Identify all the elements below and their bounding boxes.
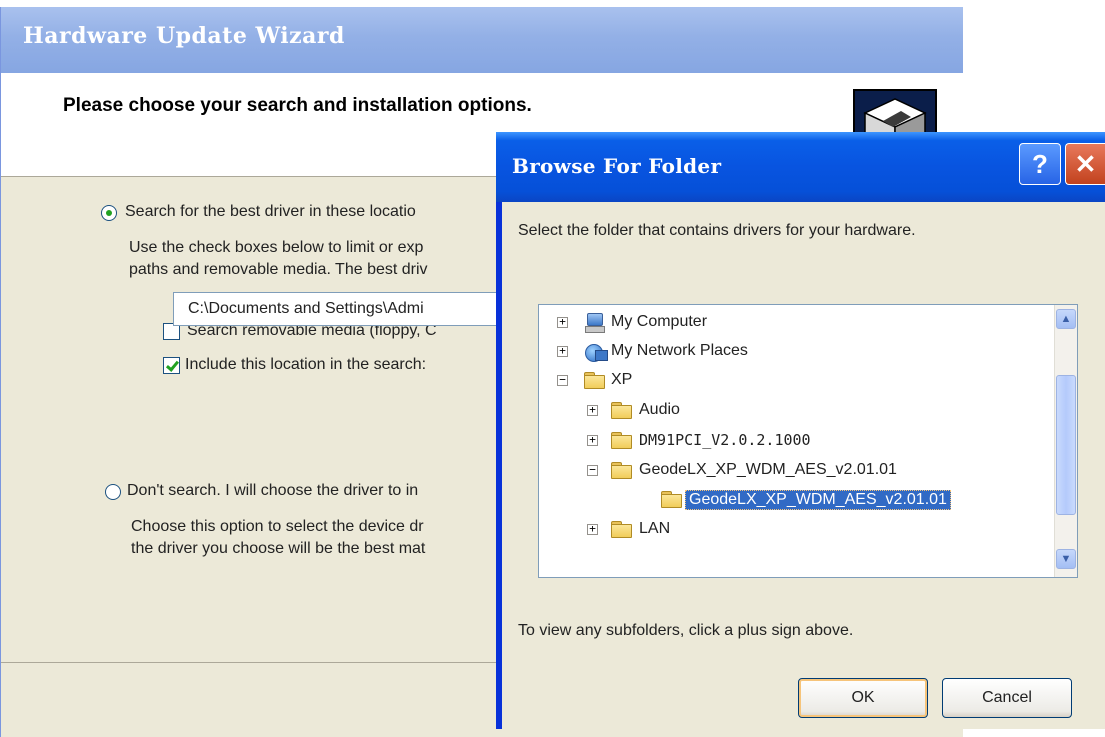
dont-search-radio[interactable] bbox=[105, 484, 121, 500]
include-location-label[interactable]: Include this location in the search: bbox=[185, 356, 426, 374]
folder-tree[interactable]: + My Computer + My Network Places − XP +… bbox=[538, 304, 1078, 578]
folder-icon bbox=[611, 402, 632, 419]
tree-item-label[interactable]: My Network Places bbox=[611, 342, 748, 360]
tree-item-label[interactable]: Audio bbox=[639, 401, 680, 419]
ok-button[interactable]: OK bbox=[798, 678, 928, 718]
search-desc-line1: Use the check boxes below to limit or ex… bbox=[129, 239, 424, 256]
tree-item-label[interactable]: LAN bbox=[639, 520, 670, 538]
expand-icon[interactable]: + bbox=[557, 345, 568, 357]
scroll-down-arrow-icon[interactable]: ▼ bbox=[1056, 549, 1076, 569]
tree-item-geodelx-selected[interactable]: GeodeLX_XP_WDM_AES_v2.01.01 bbox=[539, 490, 1054, 514]
include-location-checkbox[interactable] bbox=[163, 357, 180, 374]
search-best-driver-label[interactable]: Search for the best driver in these loca… bbox=[125, 203, 416, 221]
dont-search-label[interactable]: Don't search. I will choose the driver t… bbox=[127, 482, 418, 500]
search-desc-line2: paths and removable media. The best driv bbox=[129, 261, 428, 278]
tree-item-dm91pci[interactable]: + DM91PCI_V2.0.2.1000 bbox=[539, 431, 1054, 455]
tree-item-label[interactable]: DM91PCI_V2.0.2.1000 bbox=[639, 431, 811, 449]
tree-item-lan[interactable]: + LAN bbox=[539, 520, 1054, 544]
search-location-value: C:\Documents and Settings\Admi bbox=[188, 300, 424, 317]
wizard-title: Hardware Update Wizard bbox=[23, 23, 345, 49]
wizard-title-bar[interactable]: Hardware Update Wizard bbox=[1, 7, 963, 73]
close-button[interactable]: ✕ bbox=[1065, 143, 1105, 185]
tree-item-audio[interactable]: + Audio bbox=[539, 401, 1054, 425]
tree-item-label[interactable]: GeodeLX_XP_WDM_AES_v2.01.01 bbox=[639, 461, 897, 479]
folder-icon bbox=[611, 462, 632, 479]
cancel-button[interactable]: Cancel bbox=[942, 678, 1072, 718]
expand-icon[interactable]: + bbox=[557, 316, 568, 328]
folder-icon bbox=[611, 521, 632, 538]
expand-icon[interactable]: + bbox=[587, 404, 598, 416]
tree-item-my-computer[interactable]: + My Computer bbox=[539, 313, 1054, 337]
tree-vertical-scrollbar[interactable]: ▲ ▼ bbox=[1054, 305, 1077, 577]
browse-title: Browse For Folder bbox=[512, 154, 722, 178]
scroll-up-arrow-icon[interactable]: ▲ bbox=[1056, 309, 1076, 329]
scroll-thumb[interactable] bbox=[1056, 375, 1076, 515]
dont-search-desc-line2: the driver you choose will be the best m… bbox=[131, 540, 426, 557]
expand-icon[interactable]: + bbox=[587, 434, 598, 446]
folder-icon bbox=[584, 372, 605, 389]
browse-for-folder-dialog: Browse For Folder ? ✕ Select the folder … bbox=[496, 132, 1105, 729]
browse-title-bar[interactable]: Browse For Folder ? ✕ bbox=[496, 132, 1105, 202]
browse-client-area: Select the folder that contains drivers … bbox=[502, 202, 1105, 729]
tree-item-geodelx-parent[interactable]: − GeodeLX_XP_WDM_AES_v2.01.01 bbox=[539, 461, 1054, 485]
dont-search-desc-line1: Choose this option to select the device … bbox=[131, 518, 424, 535]
search-best-driver-radio[interactable] bbox=[101, 205, 117, 221]
tree-item-label[interactable]: XP bbox=[611, 371, 632, 389]
wizard-heading: Please choose your search and installati… bbox=[63, 95, 532, 116]
search-location-combobox[interactable]: C:\Documents and Settings\Admi bbox=[173, 292, 503, 326]
folder-open-icon bbox=[661, 491, 682, 508]
tree-item-my-network-places[interactable]: + My Network Places bbox=[539, 342, 1054, 366]
network-places-icon bbox=[583, 342, 608, 362]
browse-prompt: Select the folder that contains drivers … bbox=[518, 222, 916, 239]
collapse-icon[interactable]: − bbox=[587, 464, 598, 476]
tree-item-xp[interactable]: − XP bbox=[539, 371, 1054, 395]
collapse-icon[interactable]: − bbox=[557, 374, 568, 386]
expand-icon[interactable]: + bbox=[587, 523, 598, 535]
help-button[interactable]: ? bbox=[1019, 143, 1061, 185]
folder-icon bbox=[611, 432, 632, 449]
subfolder-hint: To view any subfolders, click a plus sig… bbox=[518, 622, 854, 639]
tree-item-label-selected[interactable]: GeodeLX_XP_WDM_AES_v2.01.01 bbox=[685, 490, 951, 510]
computer-icon bbox=[583, 313, 605, 333]
tree-item-label[interactable]: My Computer bbox=[611, 313, 707, 331]
